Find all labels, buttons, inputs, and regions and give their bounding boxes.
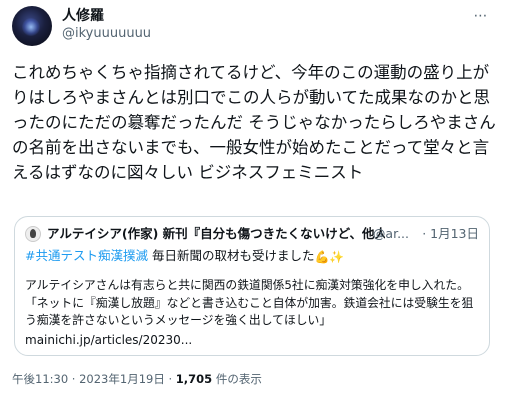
- more-options-icon[interactable]: ⋯: [470, 8, 492, 26]
- avatar-glow: [22, 18, 40, 36]
- quoted-tweet-date: · 1月13日: [422, 226, 479, 241]
- hashtag-link[interactable]: #共通テスト痴漢撲滅: [25, 248, 148, 263]
- author-handle[interactable]: @ikyuuuuuuu: [62, 25, 442, 43]
- tweet-text: これめちゃくちゃ指摘されてるけど、今年のこの運動の盛り上がりはしろやまさんとは別…: [12, 63, 496, 182]
- tweet: 人修羅 @ikyuuuuuuu ⋯ これめちゃくちゃ指摘されてるけど、今年のこの…: [0, 0, 505, 400]
- quoted-paragraph: アルテイシアさんは有志らと共に関西の鉄道関係5社に痴漢対策強化を申し入れた。「ネ…: [25, 278, 474, 327]
- quoted-tweet-header: アルテイシア(作家) 新刊『自分も傷つきたくないけど、他人も... @ar...…: [25, 225, 479, 243]
- quoted-author-handle: @ar...: [372, 226, 409, 241]
- tweet-header: 人修羅 @ikyuuuuuuu ⋯: [12, 6, 492, 46]
- tweet-meta: 午後11:30 · 2023年1月19日 · 1,705 件の表示: [12, 370, 492, 388]
- views-count: 1,705: [175, 372, 213, 386]
- author-name-block[interactable]: 人修羅 @ikyuuuuuuu: [62, 7, 442, 43]
- muscle-emoji-icon: 💪: [314, 249, 330, 264]
- quoted-first-line: #共通テスト痴漢撲滅 毎日新聞の取材も受けました💪✨: [25, 247, 481, 266]
- quoted-tweet[interactable]: アルテイシア(作家) 新刊『自分も傷つきたくないけど、他人も... @ar...…: [14, 216, 490, 356]
- author-display-name[interactable]: 人修羅: [62, 7, 442, 25]
- quoted-first-line-text: 毎日新聞の取材も受けました: [147, 248, 315, 263]
- views-label: 件の表示: [212, 372, 262, 386]
- author-avatar[interactable]: [12, 6, 52, 46]
- quoted-author: アルテイシア(作家) 新刊『自分も傷つきたくないけど、他人も...: [25, 225, 385, 243]
- quoted-author-name: アルテイシア(作家) 新刊『自分も傷つきたくないけど、他人も...: [47, 226, 385, 241]
- quoted-article-link[interactable]: mainichi.jp/articles/20230...: [25, 331, 481, 349]
- tweet-timestamp[interactable]: 午後11:30 · 2023年1月19日 ·: [12, 372, 176, 386]
- quoted-author-avatar: [25, 225, 41, 242]
- sparkles-emoji-icon: ✨: [329, 249, 345, 264]
